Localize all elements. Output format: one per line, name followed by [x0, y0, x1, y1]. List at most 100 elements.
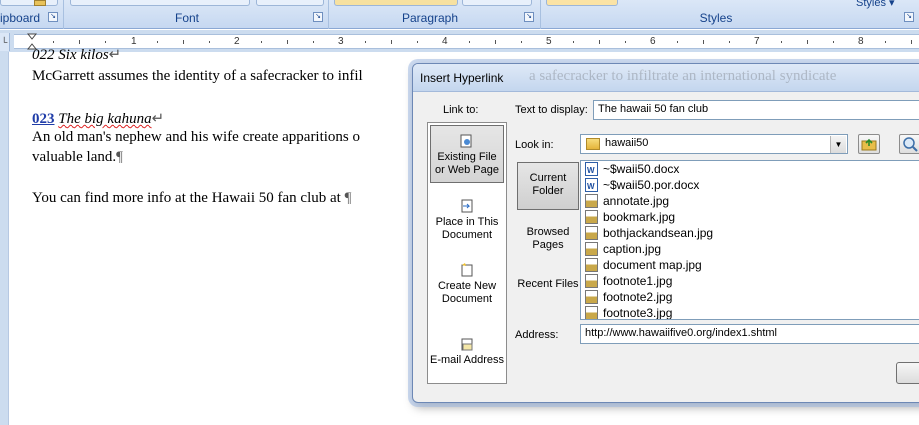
doc-line-top[interactable]: 022 Six kilos↵: [32, 48, 121, 62]
ruler-tick: [833, 41, 834, 43]
doc-line-4-text: You can find more info at the Hawaii 50 …: [32, 190, 341, 206]
font-controls[interactable]: [70, 0, 250, 6]
ruler-tick: [677, 41, 678, 43]
font-size-controls[interactable]: [256, 0, 324, 6]
change-styles-button[interactable]: Styles ▾: [856, 0, 895, 9]
paste-icon[interactable]: [34, 0, 46, 6]
ruler-tick: [313, 41, 314, 43]
look-in-value: hawaii50: [605, 137, 649, 149]
word-document-icon: [585, 178, 598, 195]
browsed-pages-button[interactable]: Browsed Pages: [517, 222, 579, 262]
image-file-icon: [585, 258, 598, 272]
clipboard-group: [0, 0, 58, 6]
ruler-tick: [729, 41, 730, 43]
link-existing-file-button[interactable]: Existing File or Web Page: [430, 125, 504, 183]
link-create-new-document-label: Create New Document: [437, 280, 497, 305]
ok-button[interactable]: [896, 362, 919, 384]
list-item[interactable]: bookmark.jpg: [585, 209, 675, 225]
ruler-number: 2: [234, 36, 240, 47]
ruler-tick: [885, 41, 886, 43]
ruler-number: 3: [338, 36, 344, 47]
list-item[interactable]: annotate.jpg: [585, 193, 669, 209]
address-label: Address:: [515, 329, 559, 341]
episode-number: 023: [32, 111, 55, 127]
clipboard-group-label: ipboard: [0, 11, 41, 25]
ruler-tick: [79, 40, 80, 44]
list-item[interactable]: document map.jpg: [585, 257, 702, 273]
ruler-tick: [521, 41, 522, 43]
vertical-ruler: [0, 52, 9, 425]
file-name: caption.jpg: [603, 242, 662, 256]
paragraph-controls[interactable]: [334, 0, 458, 6]
horizontal-ruler[interactable]: 1 2 3 4 5 6 7 8: [14, 34, 919, 49]
ruler-tick: [599, 40, 600, 44]
create-new-document-icon: [461, 263, 473, 277]
ribbon-separator: [328, 0, 329, 29]
link-to-label: Link to:: [443, 104, 479, 116]
ruler-number: 8: [858, 36, 864, 47]
dialog-titlebar[interactable]: Insert Hyperlink a safecracker to infilt…: [413, 64, 919, 92]
list-item[interactable]: ~$waii50.docx: [585, 161, 680, 179]
ruler-tick: [573, 41, 574, 43]
ruler-tick: [625, 41, 626, 43]
styles-group-label: Styles: [699, 11, 733, 25]
ruler-tick: [807, 40, 808, 44]
ruler-tick: [469, 41, 470, 43]
browse-web-icon[interactable]: [899, 134, 919, 154]
doc-line-2[interactable]: An old man's nephew and his wife create …: [32, 129, 360, 146]
clipboard-launcher-icon[interactable]: ↘: [48, 12, 58, 22]
image-file-icon: [585, 242, 598, 256]
paragraph-launcher-icon[interactable]: ↘: [524, 12, 534, 22]
image-file-icon: [585, 306, 598, 319]
episode-title: The big kahuna: [58, 111, 152, 127]
file-name: bothjackandsean.jpg: [603, 226, 714, 240]
image-file-icon: [585, 194, 598, 208]
look-in-dropdown[interactable]: hawaii50 ▼: [580, 134, 848, 154]
image-file-icon: [585, 290, 598, 304]
doc-line-4[interactable]: You can find more info at the Hawaii 50 …: [32, 190, 351, 207]
up-folder-icon[interactable]: [858, 134, 880, 154]
styles-launcher-icon[interactable]: ↘: [904, 12, 914, 22]
file-name: ~$waii50.docx: [603, 162, 680, 176]
ruler-tick: [53, 41, 54, 43]
ruler-tick: [391, 40, 392, 44]
file-name: bookmark.jpg: [603, 210, 676, 224]
ruler-tick: [183, 40, 184, 44]
address-input[interactable]: http://www.hawaiifive0.org/index1.shtml: [580, 324, 919, 344]
list-item[interactable]: footnote3.jpg: [585, 305, 672, 319]
episode-022-title: 022 Six kilos: [32, 48, 109, 62]
paragraph-controls-2[interactable]: [462, 0, 532, 6]
file-list[interactable]: ~$waii50.docx ~$waii50.por.docx annotate…: [580, 160, 919, 320]
list-item[interactable]: footnote2.jpg: [585, 289, 672, 305]
doc-line-1[interactable]: McGarrett assumes the identity of a safe…: [32, 68, 363, 85]
link-create-new-document-button[interactable]: Create New Document: [430, 257, 504, 307]
list-item[interactable]: bothjackandsean.jpg: [585, 225, 713, 241]
image-file-icon: [585, 210, 598, 224]
text-to-display-label: Text to display:: [515, 104, 588, 116]
chevron-down-icon[interactable]: ▼: [830, 136, 846, 153]
tab-selector[interactable]: └: [0, 33, 10, 51]
ruler-tick: [495, 40, 496, 44]
file-name: footnote1.jpg: [603, 274, 673, 288]
list-item[interactable]: caption.jpg: [585, 241, 661, 257]
link-email-address-button[interactable]: E-mail Address: [430, 327, 504, 377]
ruler-tick: [781, 41, 782, 43]
text-to-display-input[interactable]: The hawaii 50 fan club: [593, 100, 919, 120]
font-launcher-icon[interactable]: ↘: [313, 12, 323, 22]
doc-line-episode[interactable]: 023 The big kahuna↵: [32, 109, 164, 128]
file-name: ~$waii50.por.docx: [603, 178, 700, 192]
recent-files-button[interactable]: Recent Files: [517, 274, 579, 314]
style-gallery-item[interactable]: [546, 0, 618, 6]
list-item[interactable]: ~$waii50.por.docx: [585, 177, 700, 195]
background-text: a safecracker to infiltrate an internati…: [529, 68, 837, 84]
current-folder-button[interactable]: Current Folder: [517, 162, 579, 210]
doc-line-3[interactable]: valuable land.¶: [32, 149, 123, 166]
dialog-title: Insert Hyperlink: [420, 71, 504, 85]
paragraph-mark: ¶: [344, 190, 352, 206]
file-name: annotate.jpg: [603, 194, 670, 208]
image-file-icon: [585, 226, 598, 240]
ruler-tick: [365, 41, 366, 43]
list-item[interactable]: footnote1.jpg: [585, 273, 672, 289]
ribbon-separator: [540, 0, 541, 29]
link-place-in-document-button[interactable]: Place in This Document: [430, 193, 504, 243]
